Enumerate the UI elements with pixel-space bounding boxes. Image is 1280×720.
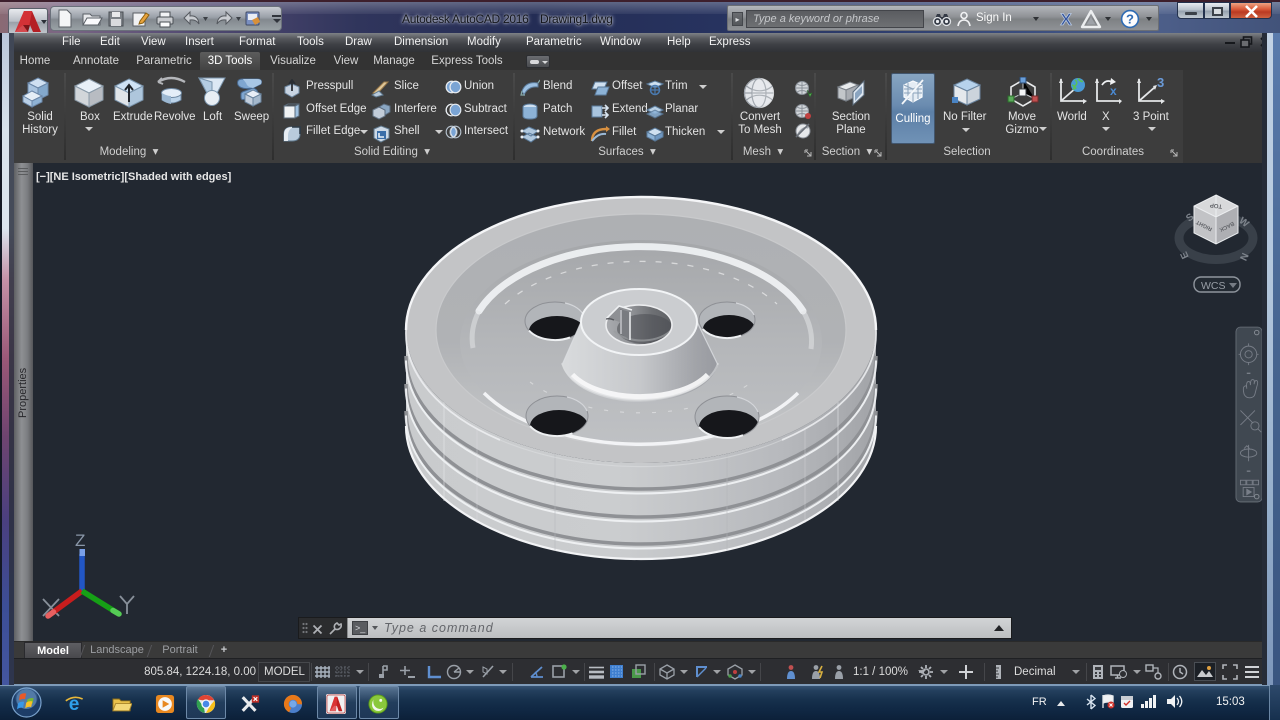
svg-text:Z: Z	[75, 531, 85, 550]
svg-text:WCS: WCS	[1201, 280, 1226, 292]
svg-text:3: 3	[1157, 77, 1164, 90]
svg-text:?: ?	[1126, 12, 1134, 27]
svg-text:X: X	[1060, 10, 1072, 29]
svg-text:x: x	[1110, 84, 1117, 98]
